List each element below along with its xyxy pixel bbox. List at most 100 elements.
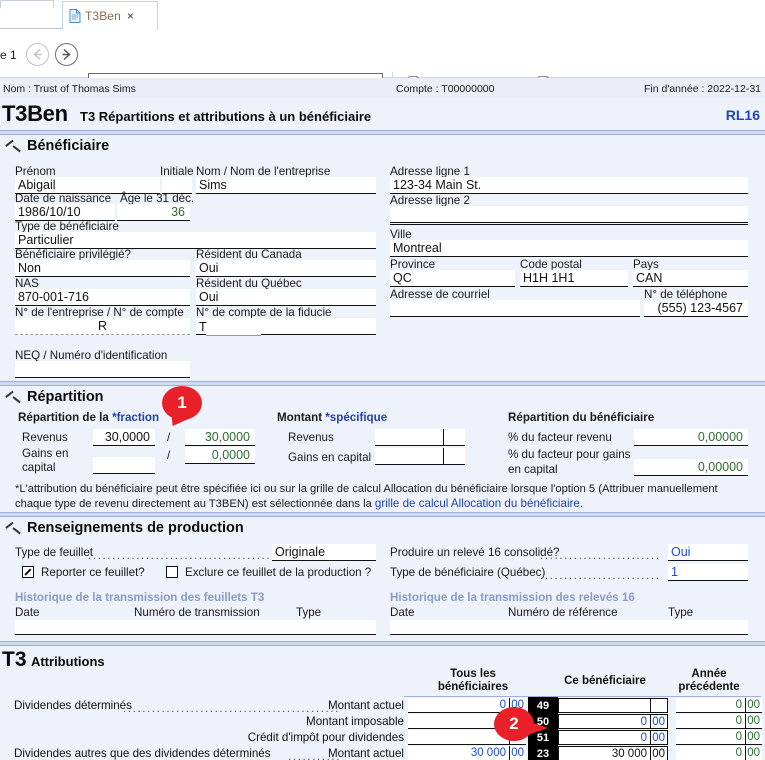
section-header-beneficiaire[interactable]: Bénéficiaire (6, 138, 109, 154)
field-resident-quebec[interactable]: Oui (196, 289, 376, 306)
cell-this-beneficiary[interactable]: 30 000 00 (558, 746, 668, 760)
label-type-beneficiaire-qc: Type de bénéficiaire (Québec) (390, 566, 546, 579)
label-facteur-revenu: % du facteur revenu (508, 431, 612, 444)
montant-revenus-cents-divider (443, 429, 444, 445)
cell-this-beneficiary[interactable]: 0 00 (558, 714, 668, 729)
checkbox-reporter-feuillet[interactable] (22, 566, 34, 578)
field-repartition-gains-num[interactable] (93, 457, 155, 474)
chevron-up-icon[interactable] (6, 393, 20, 402)
cell-this-beneficiary-amount: 0 (640, 731, 647, 744)
footnote-line-2: chaque type de revenu directement au T3B… (15, 497, 583, 510)
cell-this-beneficiary[interactable]: 0 00 (558, 730, 668, 745)
field-adresse1[interactable]: 123-34 Main St. (390, 177, 748, 194)
fiducie-underline-c (261, 334, 376, 335)
field-resident-canada[interactable]: Oui (196, 260, 376, 277)
field-type-beneficiaire-qc[interactable]: 1 (668, 564, 748, 581)
field-date-naissance[interactable]: 1986/10/10 (15, 204, 115, 221)
field-pays[interactable]: CAN (633, 270, 748, 287)
field-age[interactable]: 36 (117, 204, 190, 221)
field-ville[interactable]: Montreal (390, 240, 748, 257)
link-fraction[interactable]: *fraction (112, 411, 159, 424)
field-neq[interactable] (15, 361, 190, 378)
arrow-left-icon[interactable] (26, 43, 49, 66)
field-beneficiaire-privilegie[interactable]: Non (15, 260, 190, 277)
dot-leader-type-feuillet: ........................................… (88, 549, 270, 561)
attribution-row-label-right: Montant imposable (306, 715, 404, 728)
attributions-code: T3 (2, 648, 27, 671)
field-type-beneficiaire[interactable]: Particulier (15, 232, 376, 249)
section-title-repartition: Répartition (27, 389, 104, 405)
field-nas[interactable]: 870-001-716 (15, 289, 190, 306)
section-header-production[interactable]: Renseignements de production (6, 520, 244, 536)
field-province[interactable]: QC (390, 270, 515, 287)
column-header-all-beneficiaries: Tous les bénéficiaires (437, 668, 509, 693)
cell-previous-year[interactable]: 0 00 (676, 746, 762, 760)
cell-this-beneficiary[interactable] (558, 698, 668, 713)
fiducie-underline-b (206, 335, 261, 336)
label-repartition-fraction: Répartition de la *fraction (18, 411, 160, 424)
field-courriel[interactable] (390, 300, 640, 317)
attribution-row-label-left: Dividendes déterminés (14, 699, 132, 712)
attribution-row-label-left: Dividendes autres que des dividendes dét… (14, 747, 271, 760)
cell-previous-year-amount: 0 (735, 715, 742, 727)
close-icon[interactable]: × (127, 10, 134, 22)
cell-previous-year-cents: 00 (745, 698, 762, 712)
beneficiaire-section-separator (0, 381, 765, 386)
cell-all-beneficiaries[interactable]: 30 000 00 (408, 746, 526, 760)
cell-previous-year-cents: 00 (745, 746, 762, 760)
tab-strip: T3Ben × (0, 0, 765, 31)
rl16-badge[interactable]: RL16 (726, 107, 760, 123)
callout-badge-2: 2 (494, 707, 548, 745)
checkbox-exclure-feuillet[interactable] (166, 566, 178, 578)
chevron-up-icon[interactable] (6, 524, 20, 533)
cell-previous-year[interactable]: 0 00 (676, 714, 762, 729)
label-repartition-revenus: Revenus (22, 431, 68, 444)
field-nom[interactable]: Sims (196, 177, 376, 194)
callout-badge-1: 1 (162, 386, 214, 433)
field-code-postal[interactable]: H1H 1H1 (520, 270, 628, 287)
section-header-repartition[interactable]: Répartition (6, 389, 104, 405)
cell-previous-year-cents: 00 (745, 714, 762, 728)
label-repartition-gains-l2: capital (22, 461, 56, 474)
repartition-section-separator (0, 512, 765, 517)
field-montant-gains[interactable] (375, 448, 465, 465)
field-compte-fiducie[interactable]: T (196, 318, 376, 335)
tab-t3ben[interactable]: T3Ben × (62, 1, 158, 30)
label-repartition-beneficiaire: Répartition du bénéficiaire (508, 411, 655, 424)
label-exclure-feuillet: Exclure ce feuillet de la production ? (185, 566, 372, 579)
form-description: T3 Répartitions et attributions à un bén… (80, 109, 372, 124)
cell-previous-year[interactable]: 0 00 (676, 698, 762, 713)
footnote-line-1: *L'attribution du bénéficiaire peut être… (15, 483, 718, 495)
field-facteur-gains[interactable]: 0,00000 (634, 459, 748, 476)
label-montant-gains: Gains en capital (288, 451, 372, 464)
field-facteur-revenu[interactable]: 0,00000 (634, 429, 748, 446)
field-adresse2[interactable] (390, 206, 748, 223)
document-icon (69, 9, 81, 23)
page-indicator-label: e 1 (0, 48, 17, 62)
field-telephone[interactable]: (555) 123-4567 (644, 300, 748, 317)
field-type-feuillet[interactable]: Originale (272, 544, 376, 561)
arrow-right-icon[interactable] (55, 43, 78, 66)
navigation-toolbar: e 1 Sims, Abigail - 870001716 ▼ (0, 30, 765, 104)
table-historique-r16-empty-row[interactable] (390, 620, 748, 635)
form-title-bar: T3Ben T3 Répartitions et attributions à … (0, 98, 765, 130)
field-repartition-revenus-den[interactable]: 30,0000 (185, 429, 255, 446)
t3ben-form-window: T3Ben × e 1 Sims, Abigail - 870001716 ▼ (0, 0, 765, 760)
field-numero-entreprise[interactable]: R (15, 318, 190, 335)
cell-previous-year-amount: 0 (735, 699, 742, 711)
field-repartition-revenus-num[interactable]: 30,0000 (93, 429, 155, 446)
cell-previous-year[interactable]: 0 00 (676, 730, 762, 745)
field-releve16-consolide[interactable]: Oui (668, 544, 748, 561)
box-number: 23 (528, 746, 558, 760)
field-repartition-gains-den[interactable]: 0,0000 (185, 447, 255, 464)
link-grille-calcul[interactable]: grille de calcul Allocation du bénéficia… (375, 497, 580, 510)
cell-all-beneficiaries-amount: 30 000 (470, 747, 506, 759)
chevron-up-icon[interactable] (6, 142, 20, 151)
label-reporter-feuillet: Reporter ce feuillet? (41, 566, 145, 579)
section-title-beneficiaire: Bénéficiaire (27, 138, 110, 154)
link-specifique[interactable]: *spécifique (325, 411, 387, 424)
col-hist-r16-date: Date (390, 606, 415, 619)
field-montant-revenus[interactable] (375, 429, 465, 446)
attribution-row-label-right: Montant actuel (327, 699, 404, 712)
table-historique-t3-empty-row[interactable] (15, 620, 376, 635)
